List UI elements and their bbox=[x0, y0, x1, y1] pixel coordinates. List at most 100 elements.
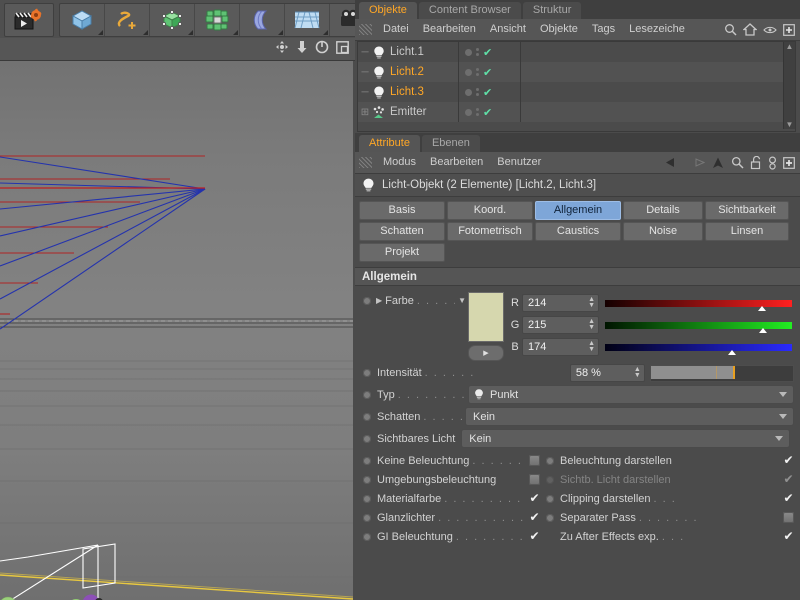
plus-box-icon[interactable] bbox=[783, 156, 795, 169]
object-row-licht1[interactable]: ─ Licht.1 ✔ bbox=[358, 42, 795, 62]
animation-dot[interactable] bbox=[546, 456, 554, 465]
checkbox[interactable] bbox=[783, 455, 794, 466]
enabled-check-icon[interactable]: ✔ bbox=[483, 86, 492, 99]
checkbox-glanzlichter[interactable]: Glanzlichter . . . . . . . . . . . bbox=[363, 508, 540, 527]
tab-attribute[interactable]: Attribute bbox=[359, 135, 420, 152]
enabled-check-icon[interactable]: ✔ bbox=[483, 66, 492, 79]
lock-open-icon[interactable] bbox=[750, 155, 762, 170]
tab-content-browser[interactable]: Content Browser bbox=[418, 2, 521, 19]
ptab-projekt[interactable]: Projekt bbox=[359, 243, 445, 262]
color-preset-caret-icon[interactable]: ▼ bbox=[458, 296, 466, 305]
b-slider-handle[interactable] bbox=[728, 349, 737, 355]
visibility-dot[interactable] bbox=[465, 108, 472, 116]
panel-grip-icon[interactable] bbox=[359, 157, 372, 168]
object-tag-columns[interactable]: ✔ bbox=[458, 62, 521, 82]
chevron-down-icon[interactable] bbox=[779, 392, 787, 397]
home-icon[interactable] bbox=[743, 23, 757, 36]
b-value-field[interactable]: 174 ▲ ▼ bbox=[522, 338, 599, 356]
b-slider-track[interactable] bbox=[605, 343, 792, 351]
animation-dot[interactable] bbox=[363, 494, 371, 503]
animation-dot[interactable] bbox=[363, 369, 371, 377]
checkbox-gi-beleuchtung[interactable]: GI Beleuchtung . . . . . . . . bbox=[363, 527, 540, 546]
menu-datei[interactable]: Datei bbox=[376, 19, 416, 40]
ptab-fotometrisch[interactable]: Fotometrisch bbox=[447, 222, 533, 241]
array-object-button[interactable] bbox=[195, 4, 240, 36]
menu-bearbeiten[interactable]: Bearbeiten bbox=[416, 19, 483, 40]
ptab-caustics[interactable]: Caustics bbox=[535, 222, 621, 241]
object-row-licht3[interactable]: ─ Licht.3 ✔ bbox=[358, 82, 795, 102]
checkbox-clipping-darstellen[interactable]: Clipping darstellen . . . bbox=[546, 489, 794, 508]
ptab-schatten[interactable]: Schatten bbox=[359, 222, 445, 241]
spinner-icon[interactable]: ▲ ▼ bbox=[588, 318, 595, 331]
bend-deformer-button[interactable] bbox=[240, 4, 285, 36]
ptab-sichtbarkeit[interactable]: Sichtbarkeit bbox=[705, 201, 789, 220]
3d-viewport[interactable] bbox=[0, 61, 353, 600]
checkbox-zu-after-effects-exp[interactable]: Zu After Effects exp. . . . bbox=[546, 527, 794, 546]
menu-tags[interactable]: Tags bbox=[585, 19, 622, 40]
layer-dots-icon[interactable] bbox=[476, 68, 479, 76]
checkbox-beleuchtung-darstellen[interactable]: Beleuchtung darstellen bbox=[546, 451, 794, 470]
search-icon[interactable] bbox=[731, 156, 744, 169]
hypernurbs-button[interactable] bbox=[150, 4, 195, 36]
search-icon[interactable] bbox=[724, 23, 737, 36]
checkbox[interactable] bbox=[529, 531, 540, 542]
move-icon[interactable] bbox=[275, 40, 289, 54]
animation-dot[interactable] bbox=[546, 513, 554, 522]
intensity-value-field[interactable]: 58 % ▲ ▼ bbox=[569, 364, 645, 382]
checkbox[interactable] bbox=[529, 474, 540, 485]
expand-plus-icon[interactable]: ⊞ bbox=[358, 107, 372, 118]
tab-ebenen[interactable]: Ebenen bbox=[421, 135, 480, 152]
scroll-down-icon[interactable]: ▼ bbox=[785, 120, 794, 129]
ptab-noise[interactable]: Noise bbox=[623, 222, 703, 241]
sichtbares-licht-dropdown[interactable]: Kein bbox=[461, 429, 791, 448]
object-tag-columns[interactable]: ✔ bbox=[458, 82, 521, 102]
layer-dots-icon[interactable] bbox=[476, 88, 479, 96]
g-value-field[interactable]: 215 ▲ ▼ bbox=[522, 316, 599, 334]
rotate-icon[interactable] bbox=[315, 40, 329, 54]
typ-dropdown[interactable]: Punkt bbox=[468, 385, 794, 404]
panel-grip-icon[interactable] bbox=[359, 24, 372, 35]
scroll-up-icon[interactable]: ▲ bbox=[785, 42, 794, 51]
ptab-linsen[interactable]: Linsen bbox=[705, 222, 789, 241]
object-row-emitter[interactable]: ⊞ Emitter ✔ bbox=[358, 102, 795, 122]
object-tag-columns[interactable]: ✔ bbox=[458, 102, 521, 122]
checkbox[interactable] bbox=[529, 493, 540, 504]
eye-icon[interactable] bbox=[763, 25, 777, 35]
scale-icon[interactable] bbox=[296, 40, 308, 54]
object-row-licht2[interactable]: ─ Licht.2 ✔ bbox=[358, 62, 795, 82]
spinner-icon[interactable]: ▲ ▼ bbox=[634, 366, 641, 379]
object-tag-columns[interactable]: ✔ bbox=[458, 42, 521, 62]
menu-ansicht[interactable]: Ansicht bbox=[483, 19, 533, 40]
ptab-allgemein[interactable]: Allgemein bbox=[535, 201, 621, 220]
visibility-dot[interactable] bbox=[465, 68, 472, 76]
schatten-dropdown[interactable]: Kein bbox=[465, 407, 794, 426]
r-slider-handle[interactable] bbox=[758, 305, 767, 311]
plus-box-icon[interactable] bbox=[783, 23, 795, 36]
spinner-icon[interactable]: ▲ ▼ bbox=[588, 340, 595, 353]
object-tree[interactable]: ─ Licht.1 ✔ ─ Licht.2 ✔ ─ Licht.3 ✔ ⊞ Em… bbox=[357, 41, 796, 132]
tab-struktur[interactable]: Struktur bbox=[522, 2, 582, 19]
enabled-check-icon[interactable]: ✔ bbox=[483, 46, 492, 59]
spinner-icon[interactable]: ▲ ▼ bbox=[588, 296, 595, 309]
animation-dot[interactable] bbox=[546, 494, 554, 503]
checkbox-keine-beleuchtung[interactable]: Keine Beleuchtung . . . . . . bbox=[363, 451, 540, 470]
checkbox[interactable] bbox=[783, 531, 794, 542]
render-clapper-button[interactable] bbox=[4, 3, 54, 37]
animation-dot[interactable] bbox=[363, 456, 371, 465]
animation-dot[interactable] bbox=[363, 390, 371, 399]
menu-lesezeichen[interactable]: Lesezeiche bbox=[622, 19, 692, 40]
r-value-field[interactable]: 214 ▲ ▼ bbox=[522, 294, 599, 312]
intensity-slider-track[interactable] bbox=[649, 364, 795, 382]
floor-environment-button[interactable] bbox=[285, 4, 330, 36]
checkbox[interactable] bbox=[529, 512, 540, 523]
viewport-icon[interactable] bbox=[336, 40, 349, 54]
back-arrow-icon[interactable] bbox=[665, 156, 682, 169]
g-slider-handle[interactable] bbox=[759, 327, 767, 333]
layer-dots-icon[interactable] bbox=[476, 48, 479, 56]
checkbox[interactable] bbox=[783, 493, 794, 504]
layer-dots-icon[interactable] bbox=[476, 108, 479, 116]
checkbox-materialfarbe[interactable]: Materialfarbe . . . . . . . . . bbox=[363, 489, 540, 508]
expand-triangle-icon[interactable]: ▶ bbox=[376, 296, 382, 305]
menu-modus[interactable]: Modus bbox=[376, 152, 423, 173]
pin-icon[interactable] bbox=[768, 155, 777, 170]
